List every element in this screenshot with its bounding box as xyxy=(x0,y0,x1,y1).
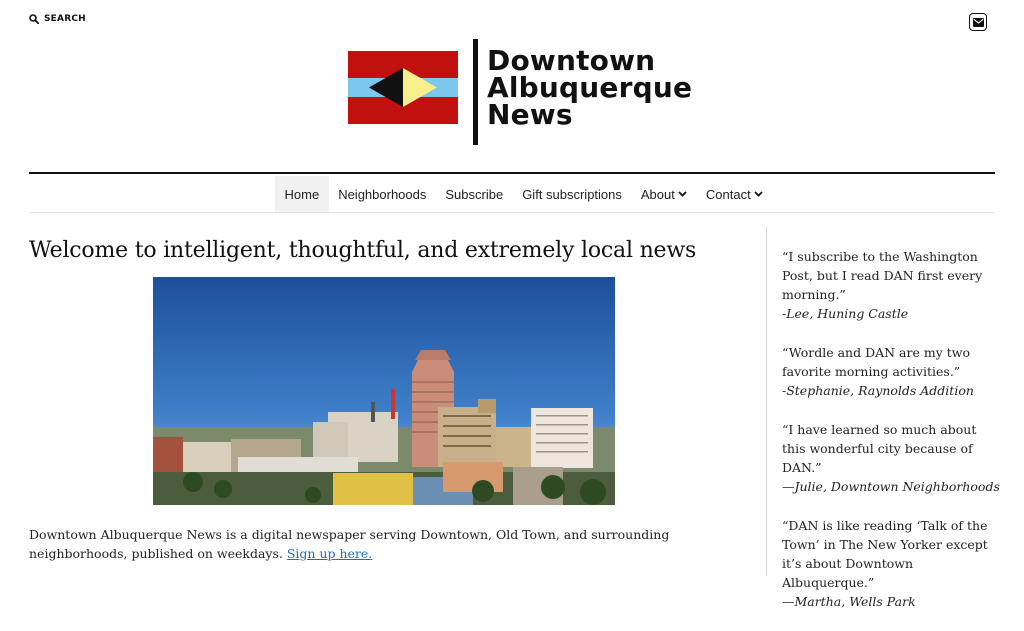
site-logo[interactable]: Downtown Albuquerque News xyxy=(348,38,692,146)
search-button[interactable]: SEARCH xyxy=(29,14,86,24)
testimonial-attribution: —Julie, Downtown Neighborhoods xyxy=(782,479,1000,494)
nav-item-home[interactable]: Home xyxy=(275,176,329,212)
testimonial-text: “I subscribe to the Washington Post, but… xyxy=(782,249,983,302)
nav-item-label: Contact xyxy=(705,186,751,202)
logo-wordmark: Downtown Albuquerque News xyxy=(487,44,693,131)
testimonial: “I subscribe to the Washington Post, but… xyxy=(782,247,1002,323)
nav-item-label: Subscribe xyxy=(445,186,504,202)
sidebar-divider xyxy=(766,227,767,576)
logo-line: Albuquerque xyxy=(487,71,693,104)
page-headline: Welcome to intelligent, thoughtful, and … xyxy=(29,238,697,263)
nav-item-label: Home xyxy=(284,186,320,202)
testimonial-attribution: -Lee, Huning Castle xyxy=(782,306,909,321)
testimonial-text: “I have learned so much about this wonde… xyxy=(782,422,977,475)
logo-flag xyxy=(348,51,458,124)
testimonial: “I have learned so much about this wonde… xyxy=(782,420,1002,496)
search-icon xyxy=(29,14,39,24)
nav-item-label: Neighborhoods xyxy=(338,186,427,202)
nav-item-label: Gift subscriptions xyxy=(522,186,622,202)
testimonial-attribution: -Stephanie, Raynolds Addition xyxy=(782,383,974,398)
logo-line: Downtown xyxy=(487,44,656,77)
nav-item-label: About xyxy=(640,186,675,202)
search-label: SEARCH xyxy=(44,14,86,24)
mail-icon xyxy=(972,17,984,27)
intro-paragraph: Downtown Albuquerque News is a digital n… xyxy=(29,525,749,563)
nav-item-gift-subscriptions[interactable]: Gift subscriptions xyxy=(513,176,632,212)
nav-rule xyxy=(29,212,995,213)
logo-divider xyxy=(473,39,478,145)
nav-item-contact[interactable]: Contact xyxy=(696,176,772,212)
chevron-down-icon xyxy=(754,191,763,197)
top-bar: SEARCH xyxy=(0,0,1024,40)
testimonial-text: “Wordle and DAN are my two favorite morn… xyxy=(782,345,970,379)
nav-item-about[interactable]: About xyxy=(631,176,696,212)
main-nav: Home Neighborhoods Subscribe Gift subscr… xyxy=(275,176,772,212)
nav-item-subscribe[interactable]: Subscribe xyxy=(436,176,513,212)
signup-link[interactable]: Sign up here. xyxy=(287,546,372,561)
chevron-down-icon xyxy=(678,191,687,197)
testimonial-text: “DAN is like reading ‘Talk of the Town’ … xyxy=(782,518,988,590)
mail-button[interactable] xyxy=(969,13,987,31)
testimonials-sidebar: “I subscribe to the Washington Post, but… xyxy=(782,247,1002,631)
testimonial: “DAN is like reading ‘Talk of the Town’ … xyxy=(782,516,1002,611)
nav-item-neighborhoods[interactable]: Neighborhoods xyxy=(329,176,436,212)
testimonial-attribution: —Martha, Wells Park xyxy=(782,594,916,609)
hero-image-skyline[interactable] xyxy=(153,277,615,505)
header-rule xyxy=(29,172,995,174)
logo-line: News xyxy=(487,98,573,131)
testimonial: “Wordle and DAN are my two favorite morn… xyxy=(782,343,1002,400)
